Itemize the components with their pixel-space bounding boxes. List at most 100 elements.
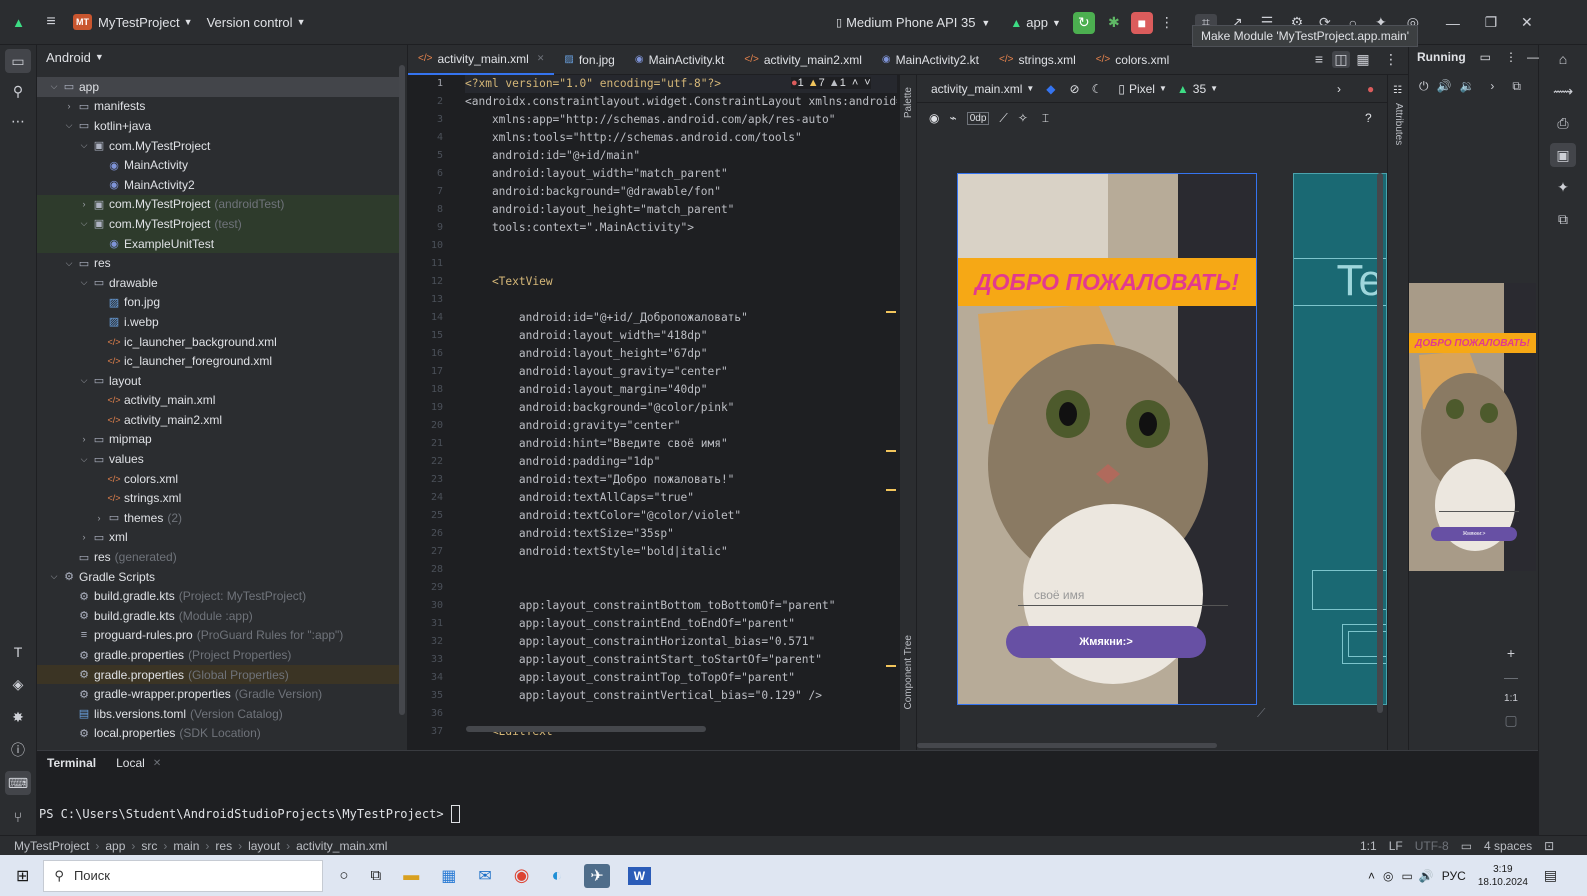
gemini-icon[interactable]: ⟿ <box>1550 79 1576 103</box>
code-line[interactable]: android:background="@drawable/fon" <box>465 183 897 201</box>
chevron-down-icon[interactable]: ⌵ <box>47 571 61 582</box>
orientation-icon[interactable]: ⊘ <box>1070 82 1080 96</box>
chevron-down-icon[interactable]: ⌵ <box>77 454 91 465</box>
code-line[interactable]: xmlns:app="http://schemas.android.com/ap… <box>465 111 897 129</box>
editor-tab[interactable]: ◉ MainActivity.kt <box>625 45 735 75</box>
tree-item[interactable]: ⚙ gradle.properties (Global Properties) <box>37 664 401 685</box>
chevron-right-icon[interactable]: › <box>77 199 91 209</box>
tree-item[interactable]: ◉ MainActivity <box>37 155 401 175</box>
code-line[interactable]: android:textStyle="bold|italic" <box>465 543 897 561</box>
device-explorer-icon[interactable]: ⎙ <box>1550 111 1576 135</box>
chevron-right-icon[interactable]: › <box>62 101 76 111</box>
chevron-down-icon[interactable]: ⌵ <box>62 258 76 269</box>
tree-item[interactable]: </> strings.xml <box>37 488 401 508</box>
chevron-right-icon[interactable]: › <box>92 513 106 523</box>
more-actions-icon[interactable]: ⋮ <box>1159 14 1175 31</box>
tree-item[interactable]: ⚙ local.properties (SDK Location) <box>37 724 401 744</box>
emulator-screen[interactable]: ДОБРО ПОЖАЛОВАТЬ! Жмякни:> <box>1409 283 1536 571</box>
breadcrumb-item[interactable]: app <box>105 839 125 853</box>
palette-tab[interactable]: Palette Component Tree <box>899 75 917 750</box>
tree-item[interactable]: ⌵ ⚙ Gradle Scripts <box>37 567 401 587</box>
name-edittext[interactable]: своё имя <box>1018 584 1228 606</box>
code-line[interactable]: android:layout_margin="40dp" <box>465 381 897 399</box>
word-icon[interactable]: W <box>627 866 652 885</box>
minimize-icon[interactable]: — <box>1443 15 1463 31</box>
code-line[interactable] <box>465 705 897 723</box>
code-line[interactable]: android:textColor="@color/violet" <box>465 507 897 525</box>
tree-item[interactable]: ⌵ ▭ layout <box>37 371 401 391</box>
tree-item[interactable]: ⌵ ▭ kotlin+java <box>37 116 401 136</box>
tray-arrow-icon[interactable]: ˄ <box>1368 869 1375 883</box>
help-icon[interactable]: ? <box>1365 111 1372 125</box>
notifications-icon[interactable]: ⌂ <box>1550 47 1576 71</box>
network-icon[interactable]: ▭ <box>1402 869 1413 883</box>
ai-assistant-icon[interactable]: ✦ <box>1550 175 1576 199</box>
code-line[interactable] <box>465 237 897 255</box>
file-encoding[interactable]: UTF-8 <box>1415 839 1449 853</box>
running-devices-icon[interactable]: ▣ <box>1550 143 1576 167</box>
code-editor[interactable]: <?xml version="1.0" encoding="utf-8"?> <a… <box>465 75 897 750</box>
chevron-down-icon[interactable]: ⌵ <box>62 120 76 131</box>
default-margin-selector[interactable]: 0dp <box>966 111 990 125</box>
android-studio-icon[interactable]: ✈ <box>584 863 610 888</box>
design-hscrollbar[interactable] <box>917 743 1217 748</box>
code-line[interactable] <box>465 561 897 579</box>
tree-item[interactable]: ▨ i.webp <box>37 312 401 332</box>
task-view-icon[interactable]: ⧉ <box>370 867 381 884</box>
inspection-widget[interactable]: ● 1 ▲ 7 ▲ 1 ˄ ˅ <box>791 77 871 89</box>
gradle-icon[interactable]: ◈ <box>5 672 31 696</box>
device-mirror-icon[interactable]: ⧉ <box>1550 207 1576 231</box>
emulator-button[interactable]: Жмякни:> <box>1431 527 1517 541</box>
tree-item[interactable]: ⌵ ▣ com.MyTestProject <box>37 136 401 156</box>
code-line[interactable]: app:layout_constraintStart_toStartOf="pa… <box>465 651 897 669</box>
clock[interactable]: 3:19 18.10.2024 <box>1478 863 1528 889</box>
code-line[interactable]: android:textSize="35sp" <box>465 525 897 543</box>
phone-preview[interactable]: ДОБРО ПОЖАЛОВАТЬ! своё имя Жмякни:> <box>957 173 1257 705</box>
tray-location-icon[interactable]: ◎ <box>1383 869 1393 883</box>
logcat-icon[interactable]: ✸ <box>5 705 31 729</box>
code-line[interactable]: tools:context=".MainActivity"> <box>465 219 897 237</box>
tree-item[interactable]: › ▭ xml <box>37 528 401 548</box>
code-line[interactable] <box>465 291 897 309</box>
file-explorer-icon[interactable]: ▬ <box>403 867 419 885</box>
code-line[interactable]: android:layout_height="match_parent" <box>465 201 897 219</box>
layout-file-selector[interactable]: activity_main.xml <box>931 82 1022 96</box>
breadcrumb-item[interactable]: res <box>215 839 232 853</box>
code-line[interactable]: android:layout_width="418dp" <box>465 327 897 345</box>
editor-tab[interactable]: </> activity_main.xml ✕ <box>408 45 555 75</box>
code-line[interactable]: xmlns:tools="http://schemas.android.com/… <box>465 129 897 147</box>
problems-icon[interactable]: ⓘ <box>5 738 31 762</box>
code-line[interactable]: android:id="@+id/_Добропожаловать" <box>465 309 897 327</box>
welcome-textview[interactable]: ДОБРО ПОЖАЛОВАТЬ! <box>958 258 1256 306</box>
tree-item[interactable]: ⚙ build.gradle.kts (Module :app) <box>37 606 401 626</box>
code-line[interactable]: app:layout_constraintBottom_toBottomOf="… <box>465 597 897 615</box>
tree-item[interactable]: </> activity_main2.xml <box>37 410 401 430</box>
editor-tab[interactable]: ▨ fon.jpg <box>554 45 624 75</box>
code-line[interactable]: <TextView <box>465 273 897 291</box>
resize-handle-icon[interactable]: ⟋ <box>1257 706 1265 721</box>
close-icon[interactable]: ✕ <box>153 758 161 769</box>
tabs-menu-icon[interactable]: ⋮ <box>1383 51 1399 68</box>
project-view-selector[interactable]: Android <box>46 50 91 65</box>
tree-item[interactable]: ⌵ ▭ values <box>37 449 401 469</box>
tree-item[interactable]: ⌵ ▣ com.MyTestProject (test) <box>37 214 401 234</box>
code-line[interactable]: android:layout_width="match_parent" <box>465 165 897 183</box>
editor-hscrollbar[interactable] <box>466 726 706 732</box>
design-view-icon[interactable]: ▦ <box>1354 51 1372 68</box>
code-line[interactable]: android:id="@+id/main" <box>465 147 897 165</box>
code-line[interactable] <box>465 255 897 273</box>
vcs-selector[interactable]: Version control ▼ <box>207 15 306 30</box>
night-mode-icon[interactable]: ☾ <box>1092 82 1103 96</box>
code-line[interactable]: app:layout_constraintHorizontal_bias="0.… <box>465 633 897 651</box>
terminal-output[interactable]: PS C:\Users\Student\AndroidStudioProject… <box>39 805 460 823</box>
tree-item[interactable]: ≡ proguard-rules.pro (ProGuard Rules for "… <box>37 626 401 646</box>
tree-item[interactable]: › ▭ manifests <box>37 97 401 117</box>
tree-item[interactable]: </> ic_launcher_foreground.xml <box>37 351 401 371</box>
chevron-right-icon[interactable]: › <box>1490 79 1494 93</box>
editor-tab[interactable]: </> activity_main2.xml <box>734 45 872 75</box>
device-selector[interactable]: Pixel <box>1129 82 1155 96</box>
chevron-right-icon[interactable]: › <box>77 434 91 444</box>
chevron-down-icon[interactable]: ⌵ <box>47 81 61 92</box>
code-line[interactable]: android:hint="Введите своё имя" <box>465 435 897 453</box>
project-selector[interactable]: MyTestProject ▼ <box>98 15 193 30</box>
